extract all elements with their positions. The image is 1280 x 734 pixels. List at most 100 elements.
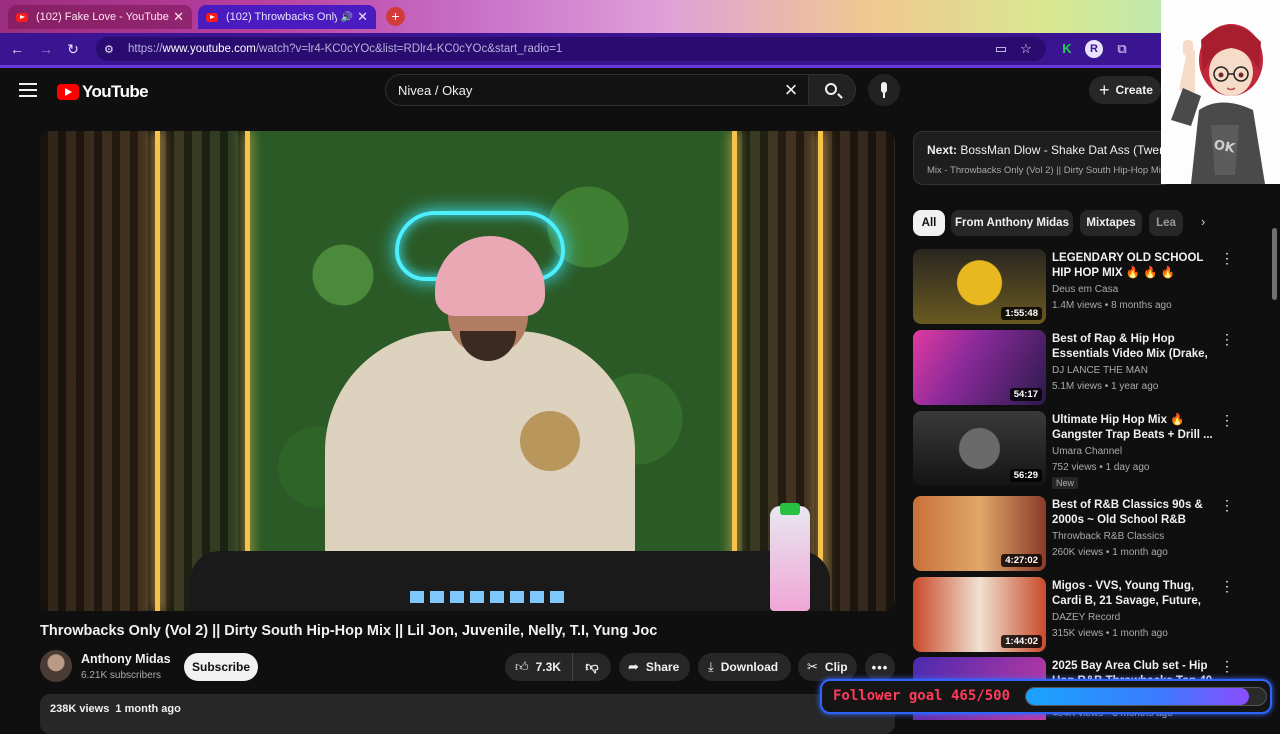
- clear-search-icon[interactable]: ×: [781, 79, 801, 101]
- search-input[interactable]: Nivea / Okay: [385, 74, 810, 106]
- recommendation-item[interactable]: 1:44:02 Migos - VVS, Young Thug, Cardi B…: [913, 577, 1273, 653]
- like-button[interactable]: 👍︎ 7.3K: [505, 653, 573, 681]
- video-player[interactable]: [40, 131, 895, 611]
- extension-k-icon[interactable]: K: [1058, 40, 1076, 58]
- recommendation-item[interactable]: 4:27:02 Best of R&B Classics 90s & 2000s…: [913, 496, 1273, 572]
- extensions-puzzle-icon[interactable]: ⧉: [1113, 40, 1131, 58]
- recommendation-channel[interactable]: DJ LANCE THE MAN: [1052, 365, 1148, 376]
- new-tab-button[interactable]: +: [386, 7, 405, 26]
- address-bar[interactable]: ⚙ https://www.youtube.com/watch?v=lr4-KC…: [96, 37, 1046, 61]
- reload-icon[interactable]: ↻: [64, 40, 82, 58]
- browser-tab-throwbacks[interactable]: (102) Throwbacks Only (Vol 🔊 ✕: [198, 5, 376, 29]
- recommendation-title[interactable]: Best of R&B Classics 90s & 2000s ~ Old S…: [1052, 498, 1214, 529]
- search-button[interactable]: [808, 74, 856, 106]
- jacket-patch: [520, 411, 580, 471]
- follower-goal-progress-fill: [1026, 688, 1250, 705]
- description-box[interactable]: 238K views 1 month ago: [40, 694, 895, 734]
- recommendation-item[interactable]: 1:55:48 LEGENDARY OLD SCHOOL HIP HOP MIX…: [913, 249, 1273, 325]
- dislike-button[interactable]: 👎︎: [573, 659, 611, 675]
- more-vertical-icon[interactable]: ⋮: [1220, 659, 1234, 673]
- clip-label: Clip: [824, 660, 848, 674]
- video-thumbnail[interactable]: 56:29: [913, 411, 1046, 486]
- url-host: www.youtube.com: [162, 43, 256, 55]
- more-horizontal-icon: •••: [871, 659, 889, 675]
- browser-tab-strip: [0, 0, 1280, 33]
- forward-arrow-icon[interactable]: →: [37, 40, 55, 58]
- recommendation-channel[interactable]: Umara Channel: [1052, 446, 1122, 457]
- duration-badge: 1:44:02: [1001, 635, 1042, 648]
- clip-button[interactable]: ✂ Clip: [798, 653, 857, 681]
- site-info-icon[interactable]: ⚙: [104, 43, 120, 56]
- duration-badge: 54:17: [1009, 388, 1042, 401]
- recommendation-item[interactable]: 56:29 Ultimate Hip Hop Mix 🔥 Gangster Tr…: [913, 411, 1273, 489]
- youtube-logo[interactable]: YouTube: [57, 82, 149, 102]
- more-vertical-icon[interactable]: ⋮: [1220, 579, 1234, 593]
- close-tab-icon[interactable]: ✕: [173, 9, 184, 25]
- download-button[interactable]: ⤓ Download: [698, 653, 791, 681]
- subscriber-count: 6.21K subscribers: [81, 670, 162, 681]
- neon-light-bar: [818, 131, 823, 611]
- recommendation-title[interactable]: Best of Rap & Hip Hop Essentials Video M…: [1052, 332, 1214, 363]
- follower-goal-progress-bar: [1025, 687, 1267, 706]
- thumbs-down-icon: 👎︎: [585, 659, 599, 674]
- video-thumbnail[interactable]: 4:27:02: [913, 496, 1046, 571]
- thumbs-up-icon: 👍︎: [515, 659, 529, 674]
- chip-all[interactable]: All: [913, 210, 945, 236]
- scrollbar-thumb[interactable]: [1272, 228, 1277, 300]
- microphone-icon: [881, 82, 887, 93]
- more-vertical-icon[interactable]: ⋮: [1220, 251, 1234, 265]
- video-thumbnail[interactable]: 1:55:48: [913, 249, 1046, 324]
- follower-goal-text: Follower goal 465/500: [833, 688, 1011, 704]
- water-bottle: [770, 506, 810, 611]
- create-button[interactable]: + Create: [1089, 76, 1161, 104]
- subscribe-button[interactable]: Subscribe: [184, 653, 258, 681]
- more-vertical-icon[interactable]: ⋮: [1220, 332, 1234, 346]
- browser-tab-fake-love[interactable]: (102) Fake Love - YouTube ✕: [8, 5, 192, 29]
- recommendation-meta: 260K views • 1 month ago: [1052, 547, 1168, 558]
- chip-mixtapes[interactable]: Mixtapes: [1080, 210, 1142, 236]
- recommendation-channel[interactable]: DAZEY Record: [1052, 612, 1120, 623]
- recommendation-title[interactable]: Ultimate Hip Hop Mix 🔥 Gangster Trap Bea…: [1052, 413, 1214, 443]
- neon-light-bar: [245, 131, 250, 611]
- scissors-icon: ✂: [807, 659, 818, 674]
- more-vertical-icon[interactable]: ⋮: [1220, 413, 1234, 427]
- channel-avatar[interactable]: [40, 650, 72, 682]
- chip-from-channel[interactable]: From Anthony Midas: [951, 210, 1073, 236]
- bottle-cap: [780, 503, 800, 515]
- duration-badge: 56:29: [1009, 469, 1042, 482]
- video-title: Throwbacks Only (Vol 2) || Dirty South H…: [40, 623, 658, 639]
- chevron-right-icon[interactable]: ›: [1201, 214, 1205, 229]
- more-actions-button[interactable]: •••: [865, 653, 895, 681]
- chip-learning[interactable]: Lea: [1149, 210, 1183, 236]
- speaker-icon[interactable]: 🔊: [341, 12, 353, 23]
- more-vertical-icon[interactable]: ⋮: [1220, 498, 1234, 512]
- recommendation-title[interactable]: LEGENDARY OLD SCHOOL HIP HOP MIX 🔥 🔥 🔥 S…: [1052, 251, 1214, 282]
- bookmark-star-icon[interactable]: ☆: [1017, 40, 1035, 58]
- back-arrow-icon[interactable]: ←: [8, 40, 26, 58]
- video-thumbnail[interactable]: 54:17: [913, 330, 1046, 405]
- url-scheme: https://: [128, 43, 163, 55]
- recommendation-channel[interactable]: Throwback R&B Classics: [1052, 531, 1164, 542]
- recommendation-item[interactable]: 54:17 Best of Rap & Hip Hop Essentials V…: [913, 330, 1273, 406]
- url-path: /watch?v=lr4-KC0cYOc&list=RDlr4-KC0cYOc&…: [255, 43, 563, 55]
- extension-r-icon[interactable]: R: [1085, 40, 1103, 58]
- recommendation-title[interactable]: Migos - VVS, Young Thug, Cardi B, 21 Sav…: [1052, 579, 1214, 610]
- sidebar-scrollbar[interactable]: [1271, 228, 1277, 708]
- share-button[interactable]: ➦ Share: [619, 653, 690, 681]
- share-label: Share: [645, 660, 680, 674]
- plus-icon: +: [1099, 80, 1110, 100]
- tab-title: (102) Throwbacks Only (Vol: [226, 11, 337, 23]
- cast-icon[interactable]: ▭: [992, 40, 1010, 58]
- hamburger-menu-icon[interactable]: [19, 83, 37, 97]
- recommendation-channel[interactable]: Deus em Casa: [1052, 284, 1118, 295]
- channel-name[interactable]: Anthony Midas: [81, 652, 171, 666]
- up-next-card[interactable]: Next: BossMan Dlow - Shake Dat Ass (Twer…: [913, 131, 1173, 185]
- tab-title: (102) Fake Love - YouTube: [36, 11, 169, 23]
- like-count: 7.3K: [535, 660, 561, 674]
- close-tab-icon[interactable]: ✕: [357, 9, 368, 25]
- video-thumbnail[interactable]: 1:44:02: [913, 577, 1046, 652]
- duration-badge: 1:55:48: [1001, 307, 1042, 320]
- recommendation-meta: 752 views • 1 day ago: [1052, 462, 1150, 473]
- voice-search-button[interactable]: [868, 74, 900, 106]
- neon-light-bar: [155, 131, 160, 611]
